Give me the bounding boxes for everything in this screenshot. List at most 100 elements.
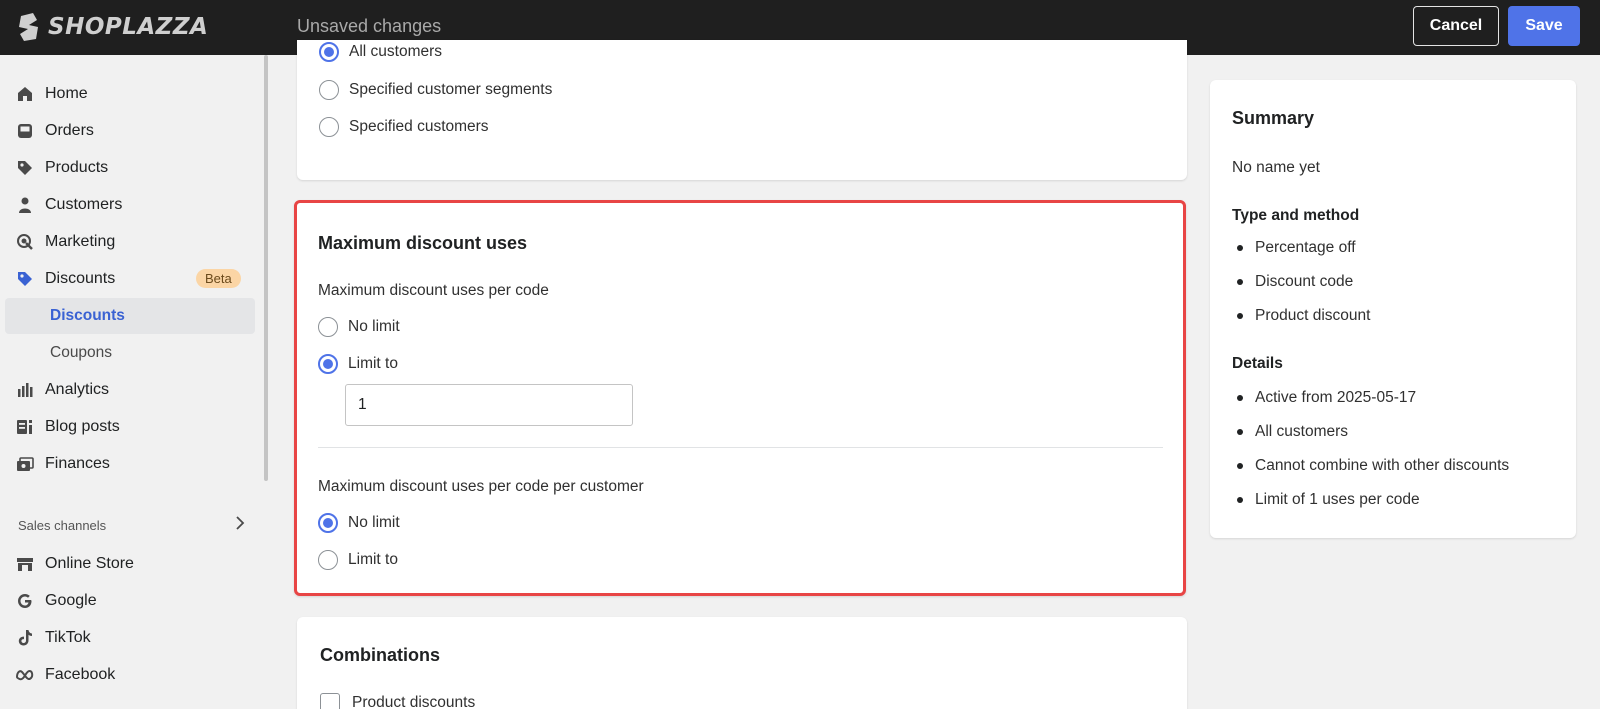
unsaved-changes-label: Unsaved changes (297, 16, 442, 36)
type-method-heading: Type and method (1232, 207, 1360, 224)
sidebar-subitem-label: Coupons (50, 344, 113, 361)
sidebar-item-label: Orders (45, 122, 94, 139)
sidebar-item-label: Discounts (45, 270, 116, 287)
radio-button[interactable] (319, 80, 339, 100)
sidebar-item-label: Home (45, 85, 88, 102)
summary-list-item: Product discount (1232, 307, 1370, 325)
summary-list-item: Percentage off (1232, 239, 1356, 257)
sidebar-item-home[interactable]: Home (0, 76, 255, 112)
sidebar-item-online-store[interactable]: Online Store (0, 546, 255, 582)
radio-specified-customer-segments[interactable]: Specified customer segments (319, 80, 552, 100)
chevron-right-icon[interactable] (233, 515, 247, 531)
sidebar-item-tiktok[interactable]: TikTok (0, 620, 255, 656)
radio-button[interactable] (318, 513, 338, 533)
sidebar-subitem-discounts[interactable]: Discounts (5, 298, 255, 334)
summary-list-item: Discount code (1232, 273, 1353, 291)
sidebar-item-label: Marketing (45, 233, 116, 250)
sidebar-item-blog-posts[interactable]: Blog posts (0, 409, 255, 445)
radio-per-code-limit-to[interactable]: Limit to (318, 354, 398, 374)
radio-all-customers[interactable]: All customers (319, 42, 442, 62)
summary-list-item: Active from 2025-05-17 (1232, 389, 1416, 407)
shoplazza-logo[interactable]: SHOPLAZZA (16, 10, 208, 44)
tag-icon (16, 159, 34, 177)
radio-label: Specified customers (349, 118, 489, 135)
inbox-icon (16, 122, 34, 140)
combinations-card: Combinations Product discounts (297, 617, 1187, 709)
checkbox-label: Product discounts (352, 694, 476, 709)
person-icon (16, 196, 34, 214)
sidebar-item-label: Customers (45, 196, 123, 213)
summary-list-item: Limit of 1 uses per code (1232, 491, 1420, 509)
sidebar-item-analytics[interactable]: Analytics (0, 372, 255, 408)
sidebar-item-google[interactable]: Google (0, 583, 255, 619)
bullet (1237, 463, 1243, 469)
summary-list-item-text: Product discount (1255, 307, 1371, 324)
summary-card: Summary No name yet Type and method Perc… (1210, 80, 1576, 538)
sidebar-item-label: Blog posts (45, 418, 120, 435)
sidebar-item-products[interactable]: Products (0, 150, 255, 186)
sidebar-item-orders[interactable]: Orders (0, 113, 255, 149)
radio-button[interactable] (318, 354, 338, 374)
sidebar-subitem-coupons[interactable]: Coupons (5, 335, 255, 371)
radio-label: All customers (349, 43, 443, 60)
checkbox-product-discounts[interactable]: Product discounts (320, 693, 475, 709)
sidebar-item-label: Facebook (45, 666, 116, 683)
bullet (1237, 245, 1243, 251)
radio-per-customer-no-limit[interactable]: No limit (318, 513, 400, 533)
sidebar-subitem-label: Discounts (50, 307, 125, 324)
radio-per-customer-limit-to[interactable]: Limit to (318, 550, 398, 570)
bullet (1237, 429, 1243, 435)
summary-list-item: Cannot combine with other discounts (1232, 457, 1509, 475)
customer-eligibility-card: All customers Specified customer segment… (297, 40, 1187, 180)
card-title: Maximum discount uses (318, 233, 528, 253)
card-title: Combinations (320, 645, 440, 665)
summary-title: Summary (1232, 108, 1315, 128)
details-heading: Details (1232, 355, 1283, 372)
sidebar-scrollbar[interactable] (264, 55, 268, 481)
radio-button[interactable] (318, 317, 338, 337)
radio-specified-customers[interactable]: Specified customers (319, 117, 489, 137)
beta-badge: Beta (196, 269, 241, 288)
sidebar-item-label: Finances (45, 455, 110, 472)
meta-icon (16, 666, 34, 684)
sidebar-item-label: Products (45, 159, 109, 176)
summary-list-item: All customers (1232, 423, 1348, 441)
sales-channels-heading: Sales channels (18, 518, 107, 533)
bullet (1237, 279, 1243, 285)
google-icon (16, 592, 34, 610)
sidebar-item-discounts[interactable]: Discounts Beta (0, 261, 255, 297)
sidebar-item-label: TikTok (45, 629, 91, 646)
summary-list-item-text: All customers (1255, 423, 1349, 440)
sidebar-item-finances[interactable]: Finances (0, 446, 255, 482)
tiktok-icon (16, 629, 34, 647)
sidebar-item-facebook[interactable]: Facebook (0, 657, 255, 693)
store-icon (16, 555, 34, 573)
radio-label: Specified customer segments (349, 81, 553, 98)
save-button[interactable]: Save (1508, 6, 1580, 46)
radio-button[interactable] (319, 42, 339, 62)
finance-icon (16, 455, 34, 473)
divider (318, 447, 1163, 448)
radio-button[interactable] (318, 550, 338, 570)
radio-label: No limit (348, 318, 400, 335)
maximum-discount-uses-card: Maximum discount uses Maximum discount u… (294, 200, 1186, 596)
summary-list-item-text: Limit of 1 uses per code (1255, 491, 1420, 508)
sidebar-item-label: Analytics (45, 381, 110, 398)
sidebar-item-label: Online Store (45, 555, 134, 572)
radio-button[interactable] (319, 117, 339, 137)
bullet (1237, 313, 1243, 319)
logo-text: SHOPLAZZA (48, 14, 209, 40)
sidebar-item-customers[interactable]: Customers (0, 187, 255, 223)
sidebar-item-marketing[interactable]: Marketing (0, 224, 255, 260)
discount-tag-icon (16, 270, 34, 288)
radio-label: Limit to (348, 355, 398, 372)
radio-per-code-no-limit[interactable]: No limit (318, 317, 400, 337)
per-customer-label: Maximum discount uses per code per custo… (318, 478, 644, 495)
bullet (1237, 395, 1243, 401)
cancel-button[interactable]: Cancel (1413, 6, 1499, 46)
blog-icon (16, 418, 34, 436)
summary-list-item-text: Discount code (1255, 273, 1354, 290)
radio-label: Limit to (348, 551, 398, 568)
checkbox[interactable] (320, 693, 340, 709)
per-code-limit-input[interactable] (345, 384, 633, 426)
